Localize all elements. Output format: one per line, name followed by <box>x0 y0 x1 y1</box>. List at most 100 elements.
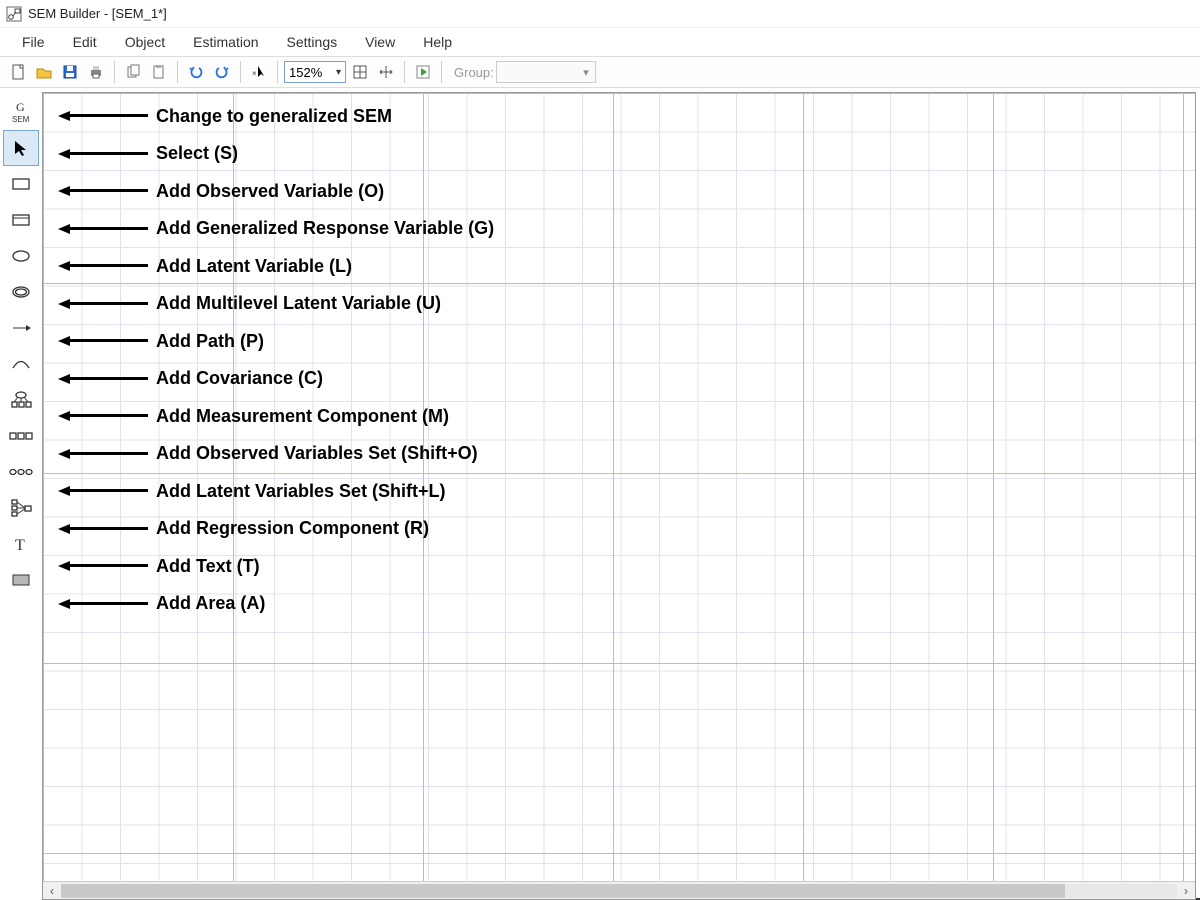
copy-button[interactable] <box>121 60 145 84</box>
arrow-left-icon <box>58 559 148 573</box>
annotation-label: Add Text (T) <box>156 556 260 577</box>
open-file-button[interactable] <box>32 60 56 84</box>
gsem-icon: GSEM <box>10 100 32 124</box>
annotation-label: Add Area (A) <box>156 593 265 614</box>
annotation-label: Add Observed Variables Set (Shift+O) <box>156 443 478 464</box>
arrow-left-icon <box>58 484 148 498</box>
scroll-track[interactable] <box>61 884 1177 898</box>
scroll-right-icon[interactable]: › <box>1177 884 1195 898</box>
annotation-row: Change to generalized SEM <box>58 101 392 131</box>
canvas-container: Change to generalized SEM Select (S) Add O… <box>42 92 1196 900</box>
measure-icon <box>10 391 32 409</box>
undo-button[interactable] <box>184 60 208 84</box>
rect-band-icon <box>11 212 31 228</box>
annotation-label: Add Path (P) <box>156 331 264 352</box>
annotation-row: Select (S) <box>58 139 238 169</box>
tool-palette: GSEM T <box>0 92 42 900</box>
menu-file[interactable]: File <box>8 30 59 54</box>
toolbar-separator <box>404 61 405 83</box>
menu-object[interactable]: Object <box>111 30 179 54</box>
arrow-left-icon <box>58 259 148 273</box>
palette-select-button[interactable] <box>3 130 39 166</box>
annotation-row: Add Measurement Component (M) <box>58 401 449 431</box>
annotation-row: Add Observed Variable (O) <box>58 176 384 206</box>
annotation-row: Add Observed Variables Set (Shift+O) <box>58 439 478 469</box>
canvas[interactable]: Change to generalized SEM Select (S) Add O… <box>43 93 1195 881</box>
palette-gsem-button[interactable]: GSEM <box>3 94 39 130</box>
palette-path-button[interactable] <box>3 310 39 346</box>
palette-latent-set-button[interactable] <box>3 454 39 490</box>
palette-measurement-button[interactable] <box>3 382 39 418</box>
annotation-row: Add Covariance (C) <box>58 364 323 394</box>
menu-settings[interactable]: Settings <box>273 30 352 54</box>
palette-regression-button[interactable] <box>3 490 39 526</box>
horizontal-scrollbar[interactable]: ‹ › <box>43 881 1195 899</box>
annotation-label: Add Latent Variables Set (Shift+L) <box>156 481 446 502</box>
work-area: GSEM T Change to generalized SEM Select (S… <box>0 92 1200 900</box>
menu-estimation[interactable]: Estimation <box>179 30 272 54</box>
arrow-left-icon <box>58 447 148 461</box>
annotation-label: Add Generalized Response Variable (G) <box>156 218 494 239</box>
save-button[interactable] <box>58 60 82 84</box>
menu-edit[interactable]: Edit <box>59 30 111 54</box>
chevron-down-icon: ▾ <box>583 66 589 79</box>
arrow-left-icon <box>58 409 148 423</box>
toolbar-separator <box>114 61 115 83</box>
annotation-row: Add Path (P) <box>58 326 264 356</box>
palette-gen-response-button[interactable] <box>3 202 39 238</box>
zoom-value: 152% <box>289 65 322 80</box>
zoom-combo[interactable]: 152% ▾ <box>284 61 346 83</box>
pointer-tool-button[interactable]: × <box>247 60 271 84</box>
arrow-right-icon <box>11 322 31 334</box>
scroll-left-icon[interactable]: ‹ <box>43 884 61 898</box>
group-dropdown[interactable]: ▾ <box>496 61 596 83</box>
arrow-left-icon <box>58 522 148 536</box>
menu-bar: FileEditObjectEstimationSettingsViewHelp <box>0 28 1200 56</box>
chevron-down-icon: ▾ <box>336 67 341 78</box>
svg-text:×: × <box>252 69 257 78</box>
arrow-left-icon <box>58 334 148 348</box>
annotation-row: Add Generalized Response Variable (G) <box>58 214 494 244</box>
palette-observed-set-button[interactable] <box>3 418 39 454</box>
annotation-label: Add Regression Component (R) <box>156 518 429 539</box>
scroll-thumb[interactable] <box>61 884 1065 898</box>
arrow-left-icon <box>58 597 148 611</box>
ell-set-icon <box>9 467 33 477</box>
arrow-left-icon <box>58 109 148 123</box>
arrow-left-icon <box>58 372 148 386</box>
group-label: Group: <box>454 65 494 80</box>
fit-page-button[interactable] <box>348 60 372 84</box>
paste-button[interactable] <box>147 60 171 84</box>
palette-text-button[interactable]: T <box>3 526 39 562</box>
svg-text:T: T <box>15 537 25 553</box>
palette-multilevel-button[interactable] <box>3 274 39 310</box>
toolbar-separator <box>240 61 241 83</box>
redo-button[interactable] <box>210 60 234 84</box>
palette-observed-button[interactable] <box>3 166 39 202</box>
arrow-left-icon <box>58 184 148 198</box>
fit-width-button[interactable] <box>374 60 398 84</box>
annotation-row: Add Multilevel Latent Variable (U) <box>58 289 441 319</box>
annotation-label: Change to generalized SEM <box>156 106 392 127</box>
annotation-label: Add Covariance (C) <box>156 368 323 389</box>
filled-rect-icon <box>11 572 31 588</box>
toolbar-separator <box>277 61 278 83</box>
run-button[interactable] <box>411 60 435 84</box>
menu-view[interactable]: View <box>351 30 409 54</box>
text-icon: T <box>12 535 30 553</box>
toolbar: × 152% ▾ Group: ▾ <box>0 56 1200 88</box>
annotation-row: Add Latent Variables Set (Shift+L) <box>58 476 446 506</box>
toolbar-separator <box>441 61 442 83</box>
palette-area-button[interactable] <box>3 562 39 598</box>
annotation-label: Add Observed Variable (O) <box>156 181 384 202</box>
menu-help[interactable]: Help <box>409 30 466 54</box>
regress-icon <box>10 499 32 517</box>
print-button[interactable] <box>84 60 108 84</box>
app-icon <box>6 6 22 22</box>
palette-latent-button[interactable] <box>3 238 39 274</box>
palette-covariance-button[interactable] <box>3 346 39 382</box>
rect-icon <box>11 176 31 192</box>
annotation-label: Add Latent Variable (L) <box>156 256 352 277</box>
window-title: SEM Builder - [SEM_1*] <box>28 6 167 21</box>
new-file-button[interactable] <box>6 60 30 84</box>
